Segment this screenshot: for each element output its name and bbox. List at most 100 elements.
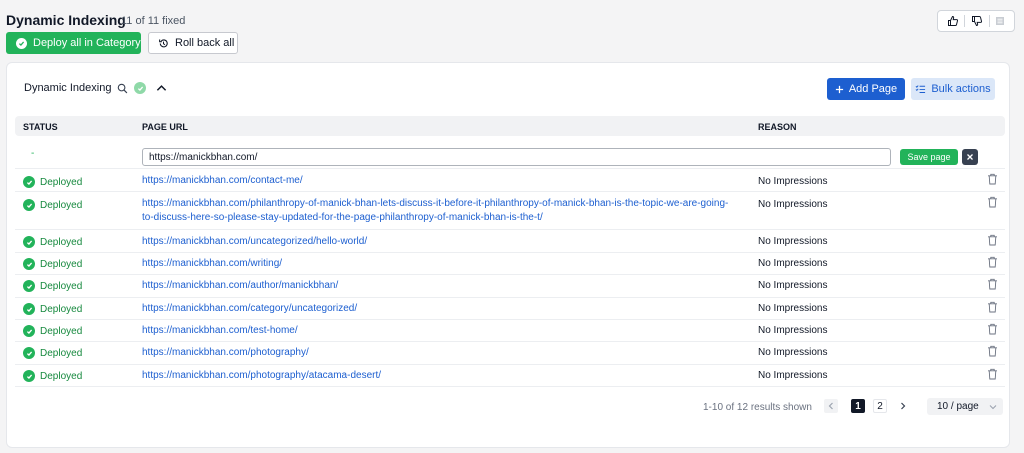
rollback-all-label: Roll back all bbox=[175, 37, 235, 49]
status-label: Deployed bbox=[40, 176, 83, 188]
check-circle-icon bbox=[23, 347, 35, 359]
page-url-link[interactable]: https://manickbhan.com/philanthropy-of-m… bbox=[142, 197, 732, 225]
results-summary: 1-10 of 12 results shown bbox=[703, 402, 812, 413]
check-circle-icon bbox=[23, 199, 35, 211]
reason-text: No Impressions bbox=[758, 176, 828, 187]
trash-icon[interactable] bbox=[987, 345, 999, 357]
reason-text: No Impressions bbox=[758, 303, 828, 314]
table-row: Deployed https://manickbhan.com/author/m… bbox=[15, 275, 1005, 298]
page-size-select[interactable]: 10 / page bbox=[927, 398, 1003, 415]
chevron-right-icon bbox=[900, 402, 906, 410]
close-icon bbox=[966, 153, 974, 161]
page-url-link[interactable]: https://manickbhan.com/contact-me/ bbox=[142, 174, 732, 188]
page-url-link[interactable]: https://manickbhan.com/author/manickbhan… bbox=[142, 279, 732, 293]
search-icon[interactable] bbox=[117, 83, 128, 94]
deploy-all-label: Deploy all in Category bbox=[33, 37, 141, 49]
status-cell: Deployed bbox=[23, 303, 82, 315]
trash-icon[interactable] bbox=[987, 256, 999, 268]
thumbs-up-icon[interactable] bbox=[947, 15, 959, 27]
divider bbox=[988, 15, 990, 27]
reason-text: No Impressions bbox=[758, 236, 828, 247]
column-header-status: STATUS bbox=[23, 122, 58, 132]
bulk-list-icon bbox=[915, 84, 926, 94]
status-label: Deployed bbox=[40, 236, 83, 248]
page-url-link[interactable]: https://manickbhan.com/writing/ bbox=[142, 257, 732, 271]
page-url-input[interactable] bbox=[142, 148, 891, 166]
add-page-label: Add Page bbox=[848, 83, 898, 95]
status-cell: Deployed bbox=[23, 280, 82, 292]
page-title: Dynamic Indexing bbox=[6, 12, 126, 28]
status-cell: Deployed bbox=[23, 199, 82, 211]
page-url-link[interactable]: https://manickbhan.com/photography/ bbox=[142, 346, 732, 360]
table-row: Deployed https://manickbhan.com/writing/… bbox=[15, 253, 1005, 275]
check-circle-icon bbox=[23, 258, 35, 270]
status-label: Deployed bbox=[40, 199, 83, 211]
table-row: Deployed https://manickbhan.com/philanth… bbox=[15, 193, 1005, 230]
reason-text: No Impressions bbox=[758, 258, 828, 269]
chevron-down-icon bbox=[989, 404, 997, 410]
dynamic-indexing-card: Dynamic Indexing Add Page Bulk actions S… bbox=[6, 62, 1010, 448]
status-cell: Deployed bbox=[23, 325, 82, 337]
reason-text: No Impressions bbox=[758, 347, 828, 358]
card-header: Dynamic Indexing bbox=[24, 82, 167, 94]
check-circle-icon bbox=[23, 325, 35, 337]
table-row: Deployed https://manickbhan.com/photogra… bbox=[15, 365, 1005, 387]
status-label: Deployed bbox=[40, 303, 83, 315]
column-header-reason: REASON bbox=[758, 122, 797, 132]
trash-icon[interactable] bbox=[987, 278, 999, 290]
table-row: Deployed https://manickbhan.com/photogra… bbox=[15, 342, 1005, 365]
page-url-link[interactable]: https://manickbhan.com/test-home/ bbox=[142, 324, 732, 338]
trash-icon[interactable] bbox=[987, 173, 999, 185]
page-size-value: 10 / page bbox=[937, 401, 979, 412]
feedback-group bbox=[937, 10, 1015, 32]
trash-icon[interactable] bbox=[987, 234, 999, 246]
status-cell: Deployed bbox=[23, 236, 82, 248]
bulk-actions-label: Bulk actions bbox=[931, 83, 991, 95]
check-circle-icon bbox=[23, 176, 35, 188]
bulk-actions-button[interactable]: Bulk actions bbox=[911, 78, 995, 100]
status-placeholder: - bbox=[31, 148, 35, 159]
table-row: Deployed https://manickbhan.com/uncatego… bbox=[15, 231, 1005, 253]
page-button-2[interactable]: 2 bbox=[873, 399, 887, 413]
rollback-all-button[interactable]: Roll back all bbox=[148, 32, 238, 54]
new-page-row: - Save page bbox=[15, 139, 1005, 169]
reason-text: No Impressions bbox=[758, 199, 828, 210]
check-circle-icon bbox=[23, 370, 35, 382]
reason-text: No Impressions bbox=[758, 325, 828, 336]
chevron-up-icon[interactable] bbox=[156, 84, 167, 92]
add-page-button[interactable]: Add Page bbox=[827, 78, 905, 100]
status-label: Deployed bbox=[40, 370, 83, 382]
divider bbox=[964, 15, 966, 27]
history-icon bbox=[158, 38, 169, 49]
reason-text: No Impressions bbox=[758, 280, 828, 291]
check-circle-icon bbox=[23, 303, 35, 315]
deploy-all-button[interactable]: Deploy all in Category bbox=[6, 32, 141, 54]
check-circle-icon bbox=[23, 236, 35, 248]
cancel-button[interactable] bbox=[962, 149, 978, 165]
trash-icon[interactable] bbox=[987, 301, 999, 313]
status-label: Deployed bbox=[40, 258, 83, 270]
trash-icon[interactable] bbox=[987, 368, 999, 380]
thumbs-down-icon[interactable] bbox=[971, 15, 983, 27]
page-button-1[interactable]: 1 bbox=[851, 399, 865, 413]
status-check-icon bbox=[134, 82, 147, 94]
page-url-link[interactable]: https://manickbhan.com/photography/ataca… bbox=[142, 369, 732, 383]
fixed-count: 11 of 11 fixed bbox=[121, 15, 186, 27]
status-label: Deployed bbox=[40, 280, 83, 292]
status-label: Deployed bbox=[40, 347, 83, 359]
prev-page-button[interactable] bbox=[824, 399, 838, 413]
status-cell: Deployed bbox=[23, 176, 82, 188]
table-header: STATUS PAGE URL REASON bbox=[15, 116, 1005, 136]
page-url-link[interactable]: https://manickbhan.com/category/uncatego… bbox=[142, 302, 732, 316]
plus-icon bbox=[835, 85, 844, 94]
chevron-left-icon bbox=[828, 402, 834, 410]
next-page-button[interactable] bbox=[896, 399, 910, 413]
page-url-link[interactable]: https://manickbhan.com/uncategorized/hel… bbox=[142, 235, 732, 249]
check-circle-icon bbox=[23, 280, 35, 292]
check-circle-icon bbox=[16, 37, 27, 49]
table-row: Deployed https://manickbhan.com/test-hom… bbox=[15, 320, 1005, 342]
trash-icon[interactable] bbox=[987, 323, 999, 335]
save-page-button[interactable]: Save page bbox=[900, 149, 958, 165]
list-icon[interactable] bbox=[995, 16, 1005, 26]
trash-icon[interactable] bbox=[987, 196, 999, 208]
